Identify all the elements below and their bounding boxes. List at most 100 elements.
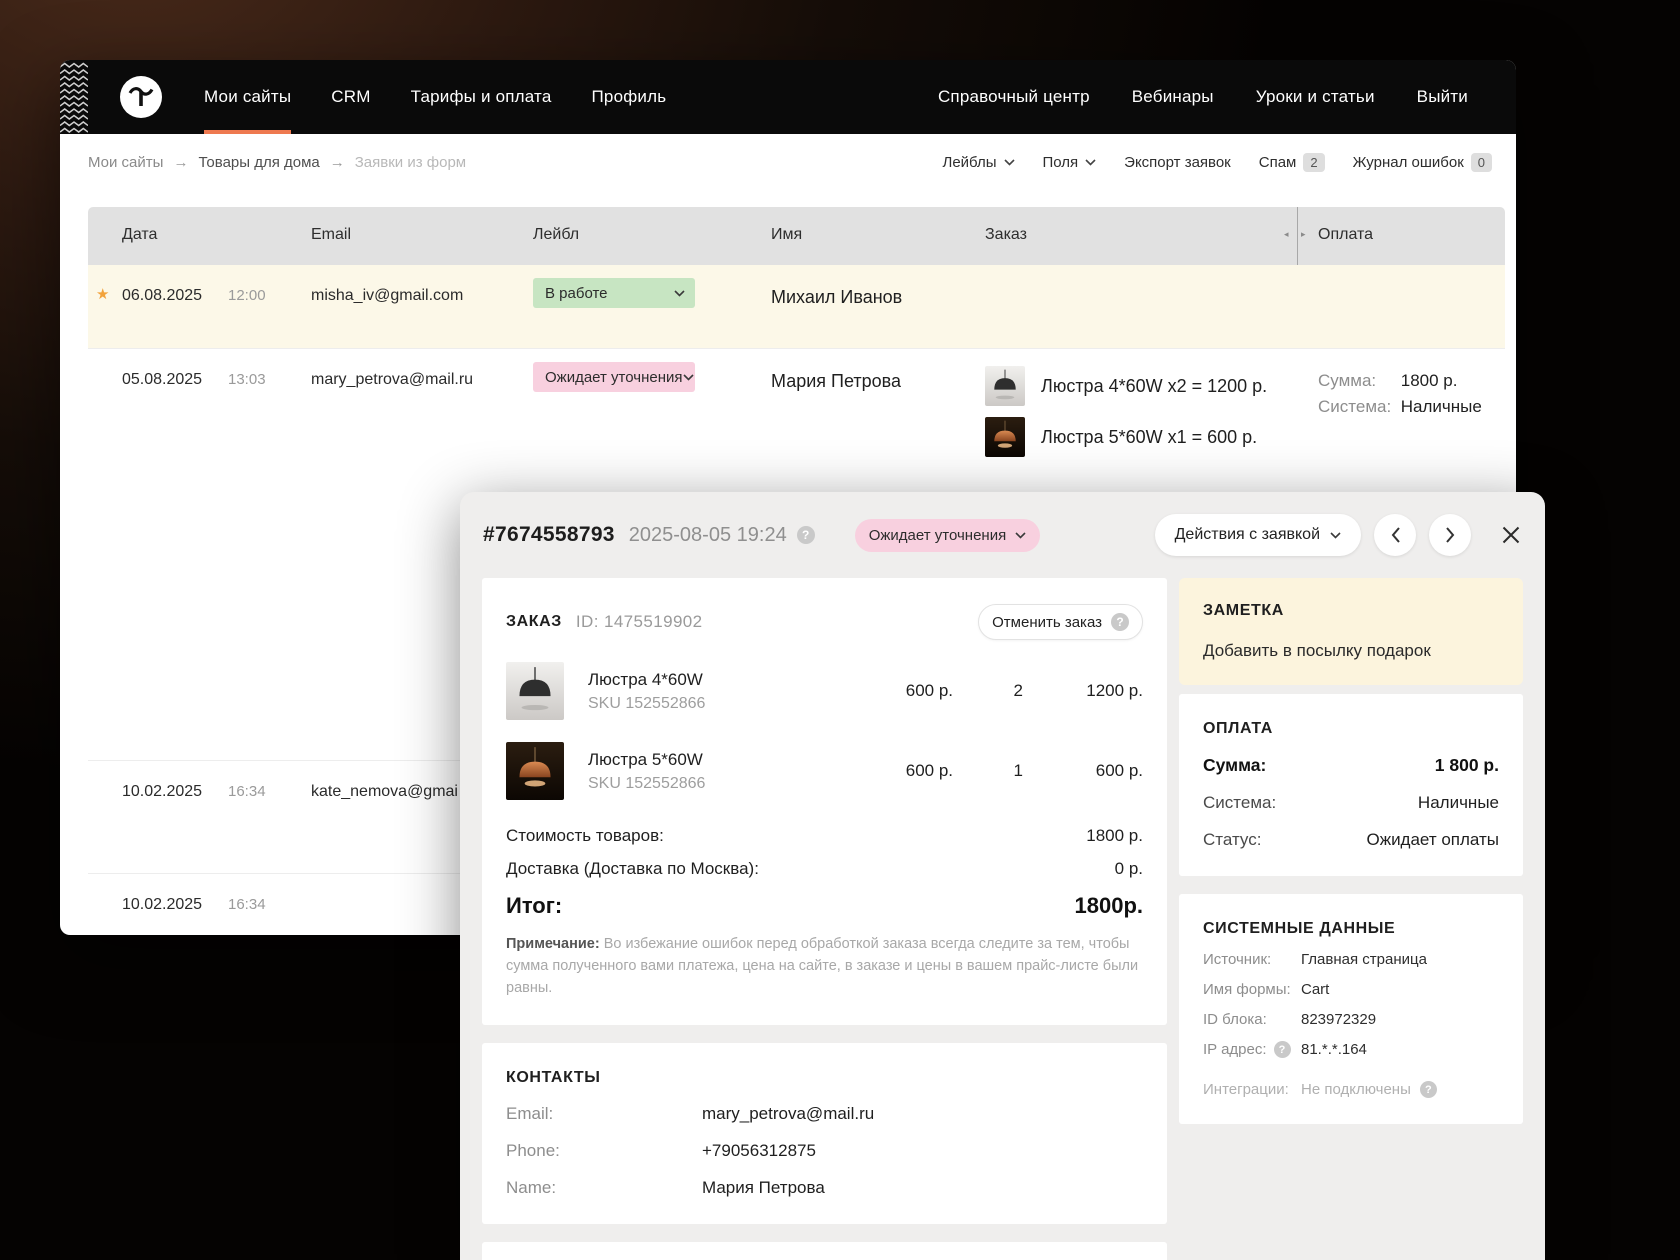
- nav-item-crm[interactable]: CRM: [331, 60, 370, 134]
- help-icon[interactable]: [796, 526, 815, 544]
- payment-sum: Сумма: 1800 р.: [1318, 371, 1457, 391]
- help-icon[interactable]: [1273, 1041, 1291, 1058]
- chevron-right-icon: [1445, 527, 1454, 543]
- star-icon[interactable]: [96, 285, 109, 303]
- help-icon[interactable]: [1419, 1081, 1437, 1098]
- prev-lead-button[interactable]: [1374, 514, 1416, 556]
- order-item-text: Люстра 5*60W x1 = 600 р.: [1041, 426, 1258, 447]
- system-label: Имя формы:: [1203, 981, 1291, 998]
- payment-system-row: Система: Наличные: [1203, 793, 1499, 813]
- breadcrumb-project[interactable]: Товары для дома: [198, 154, 319, 171]
- item-total: 600 р.: [1095, 761, 1143, 780]
- lead-status-value: Ожидает уточнения: [868, 526, 1007, 544]
- item-quantity: 1: [1013, 761, 1023, 780]
- close-modal-button[interactable]: [1501, 525, 1521, 545]
- header-order[interactable]: Заказ: [985, 226, 1027, 244]
- contact-value: Мария Петрова: [702, 1178, 825, 1198]
- order-note-label: Примечание:: [506, 936, 600, 952]
- status-select[interactable]: В работе: [533, 278, 695, 308]
- item-price: 600 р.: [905, 761, 953, 780]
- cancel-order-button[interactable]: Отменить заказ: [978, 604, 1143, 640]
- close-icon: [1502, 526, 1520, 544]
- product-thumbnail-copper-lamp: [985, 417, 1025, 457]
- payment-status-row: Статус: Ожидает оплаты: [1203, 830, 1499, 850]
- header-payment[interactable]: Оплата: [1318, 226, 1373, 244]
- item-price: 600 р.: [905, 681, 953, 700]
- payment-status-label: Статус:: [1203, 830, 1262, 849]
- note-card-title: ЗАМЕТКА: [1203, 602, 1284, 619]
- system-value: 81.*.*.164: [1301, 1041, 1367, 1058]
- note-card: ЗАМЕТКА Добавить в посылку подарок: [1179, 578, 1523, 685]
- nav-item-help-center[interactable]: Справочный центр: [938, 60, 1090, 134]
- status-select[interactable]: Ожидает уточнения: [533, 362, 695, 392]
- toolbar: Лейблы Поля Экспорт заявок Спам 2 Журнал…: [942, 152, 1492, 172]
- labels-dropdown-label: Лейблы: [942, 153, 997, 171]
- system-data-title: СИСТЕМНЫЕ ДАННЫЕ: [1203, 920, 1396, 937]
- nav-item-webinars[interactable]: Вебинары: [1132, 60, 1214, 134]
- labels-dropdown[interactable]: Лейблы: [942, 153, 1015, 171]
- system-value: 823972329: [1301, 1011, 1377, 1028]
- lead-detail-modal: #7674558793 2025-08-05 19:24 Ожидает уто…: [460, 492, 1545, 1260]
- header-date[interactable]: Дата: [122, 226, 157, 244]
- chevron-down-icon: [1015, 531, 1026, 539]
- nav-item-lessons[interactable]: Уроки и статьи: [1256, 60, 1375, 134]
- header-label[interactable]: Лейбл: [533, 226, 579, 244]
- help-icon[interactable]: [1111, 613, 1129, 631]
- lead-actions-button[interactable]: Действия с заявкой: [1154, 514, 1361, 556]
- chevron-down-icon: [1085, 158, 1096, 166]
- fields-dropdown-label: Поля: [1042, 153, 1079, 171]
- order-item: Люстра 5*60W x1 = 600 р.: [985, 417, 1257, 457]
- delivery-row: Доставка (Доставка по Москва): 0 р.: [506, 859, 1143, 879]
- system-row-form-name: Имя формы: Cart: [1203, 981, 1499, 998]
- column-resize-handle[interactable]: [1297, 207, 1298, 265]
- cancel-order-label: Отменить заказ: [992, 613, 1102, 631]
- system-label: ID блока:: [1203, 1011, 1267, 1028]
- nav-item-my-sites[interactable]: Мои сайты: [204, 60, 292, 134]
- column-resize-right-icon[interactable]: [1301, 230, 1306, 240]
- tilda-logo[interactable]: [120, 76, 162, 118]
- order-note: Примечание: Во избежание ошибок перед об…: [506, 934, 1143, 999]
- item-name: Люстра 4*60W: [588, 669, 703, 689]
- payment-card-title: ОПЛАТА: [1203, 720, 1273, 737]
- lead-status-select[interactable]: Ожидает уточнения: [854, 518, 1041, 552]
- item-quantity: 2: [1013, 681, 1023, 700]
- header-name[interactable]: Имя: [771, 226, 802, 244]
- table-header: Дата Email Лейбл Имя Заказ Оплата: [88, 207, 1505, 265]
- zigzag-decoration: [60, 60, 88, 134]
- subtotal-value: 1800 р.: [1086, 826, 1143, 845]
- export-leads-label: Экспорт заявок: [1124, 153, 1231, 171]
- error-log-button[interactable]: Журнал ошибок 0: [1353, 152, 1492, 172]
- row-email: mary_petrova@mail.ru: [311, 371, 474, 388]
- chevron-down-icon: [682, 373, 694, 381]
- item-name: Люстра 5*60W: [588, 749, 703, 769]
- row-time: 12:00: [228, 287, 266, 304]
- delivery-card: ДОСТАВКА: [482, 1242, 1167, 1260]
- lead-actions-label: Действия с заявкой: [1174, 526, 1320, 543]
- column-resize-left-icon[interactable]: [1284, 230, 1289, 240]
- export-leads-button[interactable]: Экспорт заявок: [1124, 154, 1231, 171]
- fields-dropdown[interactable]: Поля: [1043, 154, 1097, 171]
- system-label: Источник:: [1203, 951, 1272, 968]
- row-date: 10.02.2025: [122, 783, 203, 800]
- payment-system: Система: Наличные: [1318, 397, 1482, 417]
- contact-label: Email:: [506, 1104, 554, 1124]
- header-email[interactable]: Email: [311, 226, 351, 244]
- payment-sum-label: Сумма:: [1203, 755, 1267, 775]
- contact-value: +79056312875: [702, 1141, 816, 1161]
- spam-button[interactable]: Спам 2: [1258, 152, 1325, 172]
- nav-item-tariffs[interactable]: Тарифы и оплата: [411, 60, 552, 134]
- order-item-text: Люстра 4*60W x2 = 1200 р.: [1041, 375, 1268, 396]
- row-date: 10.02.2025: [122, 896, 203, 913]
- breadcrumb-my-sites[interactable]: Мои сайты: [88, 154, 163, 171]
- payment-system-label: Система:: [1203, 793, 1277, 812]
- breadcrumb: Мои сайты Товары для дома Заявки из форм: [88, 154, 466, 171]
- nav-item-profile[interactable]: Профиль: [592, 60, 667, 134]
- payment-sum-label: Сумма:: [1318, 371, 1377, 390]
- order-line-item: Люстра 4*60W SKU 152552866 600 р. 2 1200…: [506, 662, 1143, 720]
- table-row[interactable]: 06.08.2025 12:00 misha_iv@gmail.com В ра…: [88, 265, 1505, 348]
- nav-right: Справочный центр Вебинары Уроки и статьи…: [938, 60, 1468, 134]
- nav-item-logout[interactable]: Выйти: [1417, 60, 1468, 134]
- spam-label: Спам: [1258, 153, 1297, 171]
- next-lead-button[interactable]: [1429, 514, 1471, 556]
- note-card-text: Добавить в посылку подарок: [1203, 641, 1431, 660]
